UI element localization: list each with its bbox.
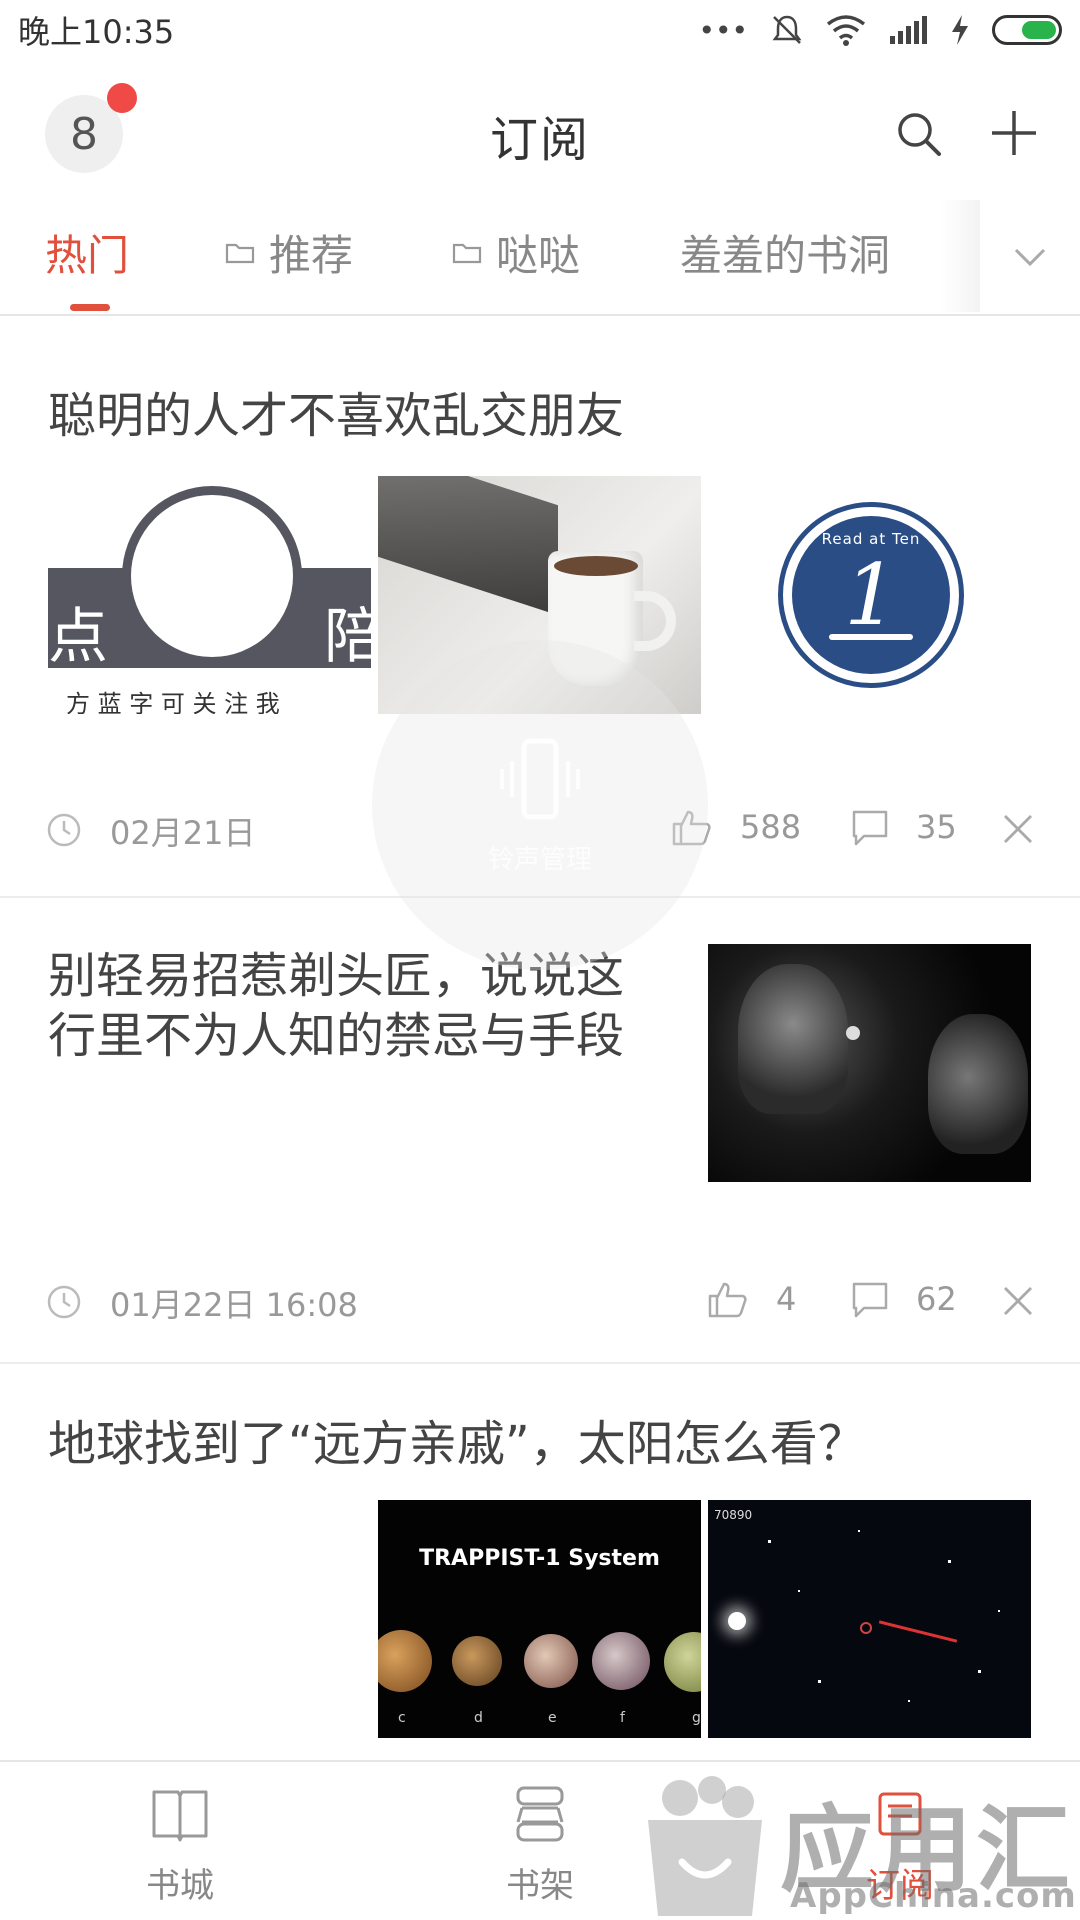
article-title: 聪明的人才不喜欢乱交朋友 — [48, 388, 625, 444]
page-title: 订阅 — [489, 112, 590, 168]
tabs-fade — [940, 200, 980, 312]
close-icon[interactable] — [1001, 812, 1035, 846]
bottom-nav: 书城 书架 订阅 — [0, 1760, 1080, 1920]
thumb-text-left: 点 — [48, 602, 108, 672]
status-icons: ••• — [698, 13, 1062, 47]
top-bar: 8 订阅 — [0, 70, 1080, 200]
read-at-ten-logo: Read at Ten 1 — [708, 476, 1031, 714]
tab-label: 羞羞的书洞 — [680, 231, 891, 280]
comment-count: 62 — [916, 1280, 957, 1318]
nav-bookstore[interactable]: 书城 — [100, 1782, 260, 1907]
article-title: 地球找到了“远方亲戚”，太阳怎么看？ — [48, 1416, 866, 1472]
thumb-caption: 方 蓝 字 可 关 注 我 — [66, 690, 280, 714]
article-date: 01月22日 16:08 — [110, 1286, 358, 1324]
like-count: 4 — [776, 1280, 797, 1318]
like-count: 588 — [740, 808, 802, 846]
article-meta: 01月22日 16:08 4 62 — [0, 1270, 1080, 1330]
chevron-down-icon[interactable] — [1010, 236, 1050, 276]
bookshelf-icon — [516, 1786, 564, 1842]
tab-label: 热门 — [45, 231, 130, 280]
badge-number: 1 — [844, 546, 898, 644]
wifi-icon — [826, 15, 866, 46]
planet-label: c — [398, 1710, 406, 1726]
clock-icon — [47, 1285, 81, 1319]
planet-label: e — [548, 1710, 557, 1726]
clock-icon — [47, 813, 81, 847]
comment-icon[interactable] — [850, 1280, 890, 1320]
planet-label: f — [620, 1710, 625, 1726]
nav-label: 订阅 — [866, 1866, 934, 1906]
article-card[interactable]: 地球找到了“远方亲戚”，太阳怎么看？ TRAPPIST-1 System c d… — [0, 1364, 1080, 1760]
article-title-line: 行里不为人知的禁忌与手段 — [48, 1008, 625, 1064]
thumbs-up-icon[interactable] — [706, 1278, 748, 1320]
nav-label: 书架 — [506, 1866, 574, 1906]
ring-management-overlay[interactable]: 铃声管理 — [372, 640, 708, 970]
ring-overlay-label: 铃声管理 — [487, 844, 592, 875]
battery-icon — [992, 15, 1062, 45]
add-icon[interactable] — [986, 105, 1042, 161]
signal-icon — [890, 16, 927, 44]
tab-bookhole[interactable]: 羞羞的书洞 — [680, 222, 890, 283]
planet-label: g — [692, 1710, 701, 1726]
barber-photo — [708, 944, 1031, 1182]
channel-tabs: 热门 推荐 哒哒 羞羞的书洞 — [0, 200, 1080, 316]
nav-label: 书城 — [146, 1866, 214, 1906]
more-dots-icon: ••• — [698, 13, 748, 47]
tab-hot[interactable]: 热门 — [45, 222, 129, 283]
folder-icon — [452, 243, 482, 263]
starfield-photo: 70890 — [708, 1500, 1031, 1738]
search-icon[interactable] — [893, 108, 945, 160]
tab-recommend[interactable]: 推荐 — [225, 222, 353, 283]
charging-icon — [952, 15, 968, 45]
close-icon[interactable] — [1001, 1284, 1035, 1318]
tab-active-indicator — [70, 304, 110, 311]
mute-icon — [772, 15, 802, 44]
status-bar: 晚上10:35 ••• — [0, 0, 1080, 60]
status-time: 晚上10:35 — [18, 13, 175, 51]
folder-icon — [225, 243, 255, 263]
subscribe-icon — [878, 1792, 922, 1836]
open-book-icon — [152, 1790, 208, 1842]
planet-label: d — [474, 1710, 483, 1726]
comment-icon[interactable] — [850, 808, 890, 848]
avatar[interactable]: 8 — [45, 83, 137, 173]
tab-label: 推荐 — [269, 231, 354, 280]
article-date: 02月21日 — [110, 814, 256, 852]
nav-subscribe[interactable]: 订阅 — [820, 1782, 980, 1907]
article-thumbnail: 点 陪 方 蓝 字 可 关 注 我 — [48, 476, 371, 714]
vibrate-phone-icon — [500, 738, 580, 819]
avatar-text: 8 — [70, 108, 98, 160]
thumb-text-right: 陪 — [324, 602, 371, 672]
badge-arc-text: Read at Ten — [821, 530, 921, 548]
star-chart-corner: 70890 — [714, 1508, 753, 1522]
trappist-photo: TRAPPIST-1 System c d e f g — [378, 1500, 701, 1738]
notification-dot — [107, 83, 137, 113]
tab-label: 哒哒 — [496, 231, 581, 280]
trappist-caption: TRAPPIST-1 System — [419, 1546, 660, 1571]
nav-bookshelf[interactable]: 书架 — [460, 1782, 620, 1907]
comment-count: 35 — [916, 808, 957, 846]
tab-dada[interactable]: 哒哒 — [452, 222, 580, 283]
